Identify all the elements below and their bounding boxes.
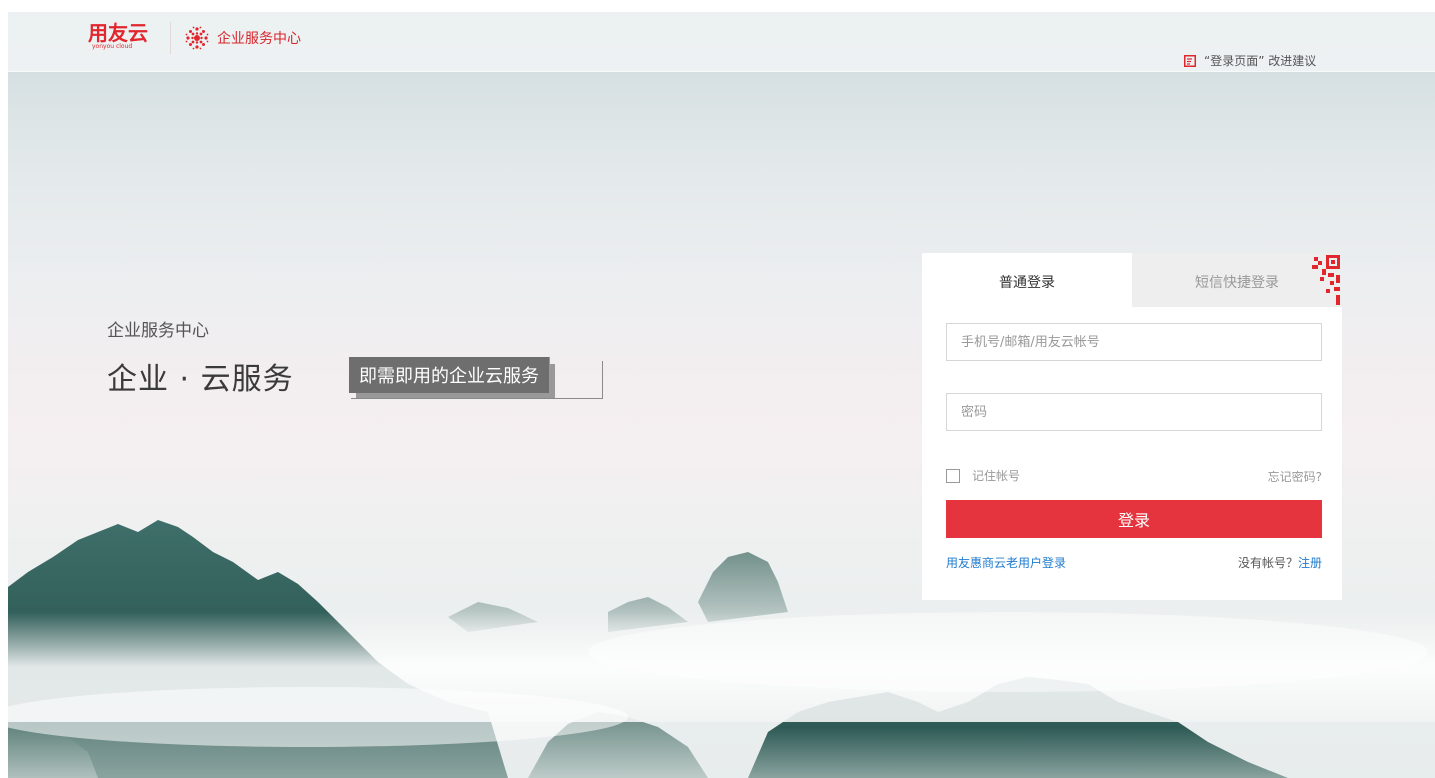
- login-button[interactable]: 登录: [946, 500, 1322, 538]
- hero-title: 企业 · 云服务: [107, 362, 294, 397]
- yonyou-cloud-logo[interactable]: 用友云 yonyou cloud: [88, 22, 158, 52]
- password-input[interactable]: [946, 393, 1322, 431]
- hero-tagline: 即需即用的企业云服务: [349, 357, 550, 393]
- forgot-password-link[interactable]: 忘记密码?: [1268, 468, 1322, 485]
- logo-divider: [170, 22, 171, 54]
- brand-title: 企业服务中心: [217, 31, 301, 47]
- top-header: 用友云 yonyou cloud 企业服务中心 “登录页面” 改进建议: [8, 12, 1435, 72]
- feedback-link[interactable]: “登录页面” 改进建议: [1184, 52, 1316, 69]
- register-link[interactable]: 注册: [1298, 556, 1322, 570]
- edit-note-icon: [1184, 54, 1196, 67]
- login-page: 用友云 yonyou cloud 企业服务中心 “登录页面” 改进建议 企业服务…: [8, 12, 1435, 778]
- logo-subtext: yonyou cloud: [92, 43, 133, 50]
- remember-label: 记住帐号: [972, 469, 1021, 483]
- remember-account-toggle[interactable]: 记住帐号: [946, 467, 1020, 484]
- register-prompt: 没有帐号？注册: [1238, 554, 1322, 571]
- no-account-text: 没有帐号？: [1237, 556, 1298, 570]
- logo-text: 用友云: [88, 21, 148, 45]
- hero-subtitle: 企业服务中心: [107, 321, 209, 341]
- tab-normal-login[interactable]: 普通登录: [922, 253, 1132, 307]
- feedback-text: “登录页面” 改进建议: [1204, 54, 1317, 68]
- account-input[interactable]: [946, 323, 1322, 361]
- login-tabs: 普通登录 短信快捷登录: [922, 253, 1342, 307]
- enterprise-service-center-icon: [185, 26, 209, 50]
- login-card: 普通登录 短信快捷登录 手机号/邮箱/用友云帐号 记住帐号 忘记密码? 登录 用…: [922, 253, 1342, 600]
- remember-checkbox[interactable]: [946, 468, 960, 483]
- qr-code-login-icon[interactable]: [1292, 253, 1342, 307]
- old-user-login-link[interactable]: 用友惠商云老用户登录: [946, 554, 1066, 571]
